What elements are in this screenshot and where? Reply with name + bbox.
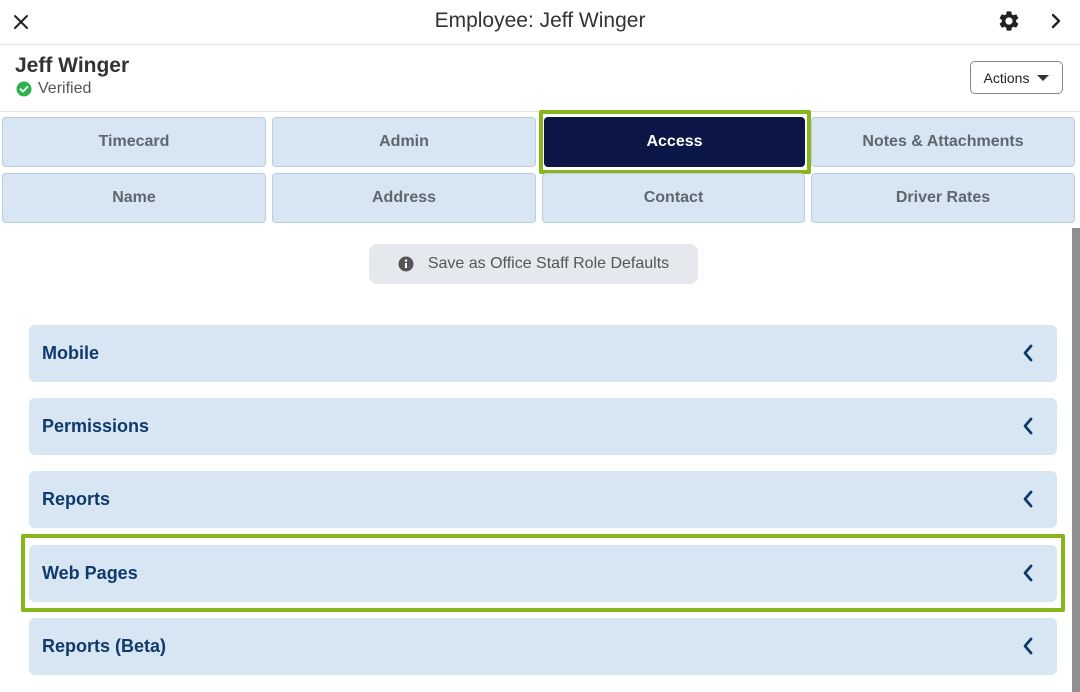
section-title: Reports — [42, 489, 111, 509]
employee-name: Jeff Winger — [15, 54, 130, 77]
tab-notes-attachments[interactable]: Notes & Attachments — [811, 117, 1075, 167]
info-icon — [398, 256, 414, 272]
tab-contact[interactable]: Contact — [542, 173, 805, 223]
tab-address[interactable]: Address — [272, 173, 536, 223]
section-web-pages[interactable]: Web Pages — [29, 545, 1057, 602]
caret-down-icon — [1037, 74, 1050, 81]
section-title: Permissions — [42, 416, 150, 436]
chevron-left-icon — [1023, 564, 1033, 582]
tab-access[interactable]: Access — [544, 117, 805, 167]
tab-timecard[interactable]: Timecard — [2, 117, 266, 167]
verified-status: Verified — [16, 80, 91, 98]
page-title: Employee: Jeff Winger — [434, 9, 646, 32]
verified-label: Verified — [38, 80, 92, 97]
chevron-right-icon[interactable] — [1046, 10, 1066, 32]
gear-icon[interactable] — [997, 9, 1021, 33]
section-title: Mobile — [42, 343, 99, 363]
tab-name[interactable]: Name — [2, 173, 266, 223]
actions-dropdown-button[interactable]: Actions — [970, 61, 1063, 94]
save-role-defaults-button[interactable]: Save as Office Staff Role Defaults — [369, 244, 698, 284]
scrollbar[interactable] — [1072, 228, 1080, 692]
section-permissions[interactable]: Permissions — [29, 398, 1057, 455]
tab-driver-rates[interactable]: Driver Rates — [811, 173, 1075, 223]
section-mobile[interactable]: Mobile — [29, 325, 1057, 382]
chevron-left-icon — [1023, 490, 1033, 508]
chevron-left-icon — [1023, 637, 1033, 655]
top-bar: Employee: Jeff Winger — [0, 0, 1080, 45]
section-title: Web Pages — [42, 563, 138, 583]
check-circle-icon — [16, 81, 32, 97]
chevron-left-icon — [1023, 344, 1033, 362]
section-reports[interactable]: Reports — [29, 471, 1057, 528]
employee-header: Jeff Winger Verified Actions — [0, 45, 1080, 112]
save-role-defaults-label: Save as Office Staff Role Defaults — [427, 255, 670, 272]
section-reports-beta[interactable]: Reports (Beta) — [29, 618, 1057, 675]
actions-label: Actions — [983, 69, 1030, 86]
tab-admin[interactable]: Admin — [272, 117, 536, 167]
section-title: Reports (Beta) — [42, 636, 167, 656]
chevron-left-icon — [1023, 417, 1033, 435]
